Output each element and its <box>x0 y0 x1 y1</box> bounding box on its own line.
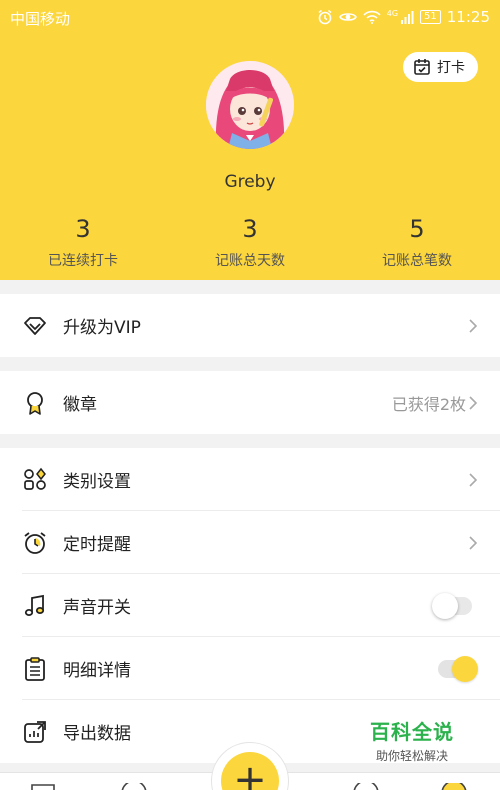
alarm-icon <box>318 9 332 25</box>
eye-icon <box>338 13 357 21</box>
tab-chart-icon[interactable] <box>120 783 148 790</box>
menu-item-category-settings[interactable]: 类别设置 <box>0 448 500 511</box>
chevron-right-icon <box>469 395 478 410</box>
chevron-right-icon <box>469 535 478 550</box>
stat-value: 3 <box>242 215 258 243</box>
badge-card: 徽章 已获得2枚 <box>0 371 500 434</box>
diamond-icon <box>24 316 46 335</box>
category-grid-icon <box>24 467 46 490</box>
watermark-title: 百科全说 <box>370 720 454 744</box>
menu-item-badge[interactable]: 徽章 已获得2枚 <box>0 371 500 434</box>
sound-toggle[interactable] <box>432 592 472 619</box>
carrier-name: 中国移动 <box>10 10 71 28</box>
stat-value: 3 <box>75 215 91 243</box>
toggle-knob <box>452 655 478 682</box>
checkin-label: 打卡 <box>437 60 465 76</box>
chevron-right-icon <box>469 472 478 487</box>
username: Greby <box>224 172 276 192</box>
tab-detail-icon[interactable] <box>30 783 56 790</box>
tab-profile-icon[interactable] <box>440 783 468 790</box>
battery-indicator: 51 <box>420 10 441 24</box>
menu-item-label: 导出数据 <box>63 724 131 744</box>
avatar-image <box>206 61 294 149</box>
menu-item-label: 定时提醒 <box>63 535 131 555</box>
stat-value: 5 <box>409 215 425 243</box>
music-note-icon <box>24 594 45 616</box>
menu-item-reminder[interactable]: 定时提醒 <box>0 511 500 574</box>
menu-item-label: 明细详情 <box>63 661 131 681</box>
stat-total-entries[interactable]: 5 记账总笔数 <box>334 214 500 270</box>
stat-label: 记账总天数 <box>215 253 285 269</box>
status-icons: 4G 51 11:25 <box>317 8 490 26</box>
stat-label: 记账总笔数 <box>382 253 452 269</box>
menu-item-vip[interactable]: 升级为VIP <box>0 294 500 357</box>
toggle-knob <box>432 592 458 619</box>
checkin-button[interactable]: 打卡 <box>403 52 478 82</box>
avatar[interactable] <box>206 61 294 149</box>
watermark-subtitle: 助你轻松解决 <box>375 749 448 763</box>
vip-card: 升级为VIP <box>0 294 500 357</box>
badge-count: 已获得2枚 <box>391 394 466 414</box>
export-data-icon <box>24 720 46 743</box>
detail-toggle[interactable] <box>438 655 478 682</box>
menu-item-label: 声音开关 <box>63 598 131 618</box>
menu-item-label: 升级为VIP <box>63 318 141 338</box>
medal-icon <box>27 391 43 415</box>
status-bar: 中国移动 4G 51 11:25 <box>0 0 500 34</box>
alarm-clock-icon <box>24 531 46 554</box>
chevron-right-icon <box>469 318 478 333</box>
menu-item-detail[interactable]: 明细详情 <box>0 637 500 700</box>
tab-discover-icon[interactable] <box>352 783 380 790</box>
profile-header: 打卡 Greby 3 已连续打卡 3 记账总天数 5 记账总笔数 <box>0 34 500 280</box>
menu-item-sound[interactable]: 声音开关 <box>0 574 500 637</box>
stat-total-days[interactable]: 3 记账总天数 <box>167 214 333 270</box>
watermark: 百科全说 助你轻松解决 <box>362 716 462 764</box>
signal-icon <box>401 11 414 24</box>
menu-item-label: 徽章 <box>63 395 97 415</box>
menu-item-label: 类别设置 <box>63 472 131 492</box>
wifi-icon <box>363 10 381 24</box>
plus-icon: + <box>233 757 267 790</box>
network-type: 4G <box>386 8 399 18</box>
stat-checkin-streak[interactable]: 3 已连续打卡 <box>0 214 166 270</box>
clipboard-list-icon <box>25 656 45 681</box>
calendar-check-icon <box>414 59 430 75</box>
status-time: 11:25 <box>446 8 490 26</box>
add-button-circle: + <box>221 752 279 790</box>
stat-label: 已连续打卡 <box>48 253 118 269</box>
